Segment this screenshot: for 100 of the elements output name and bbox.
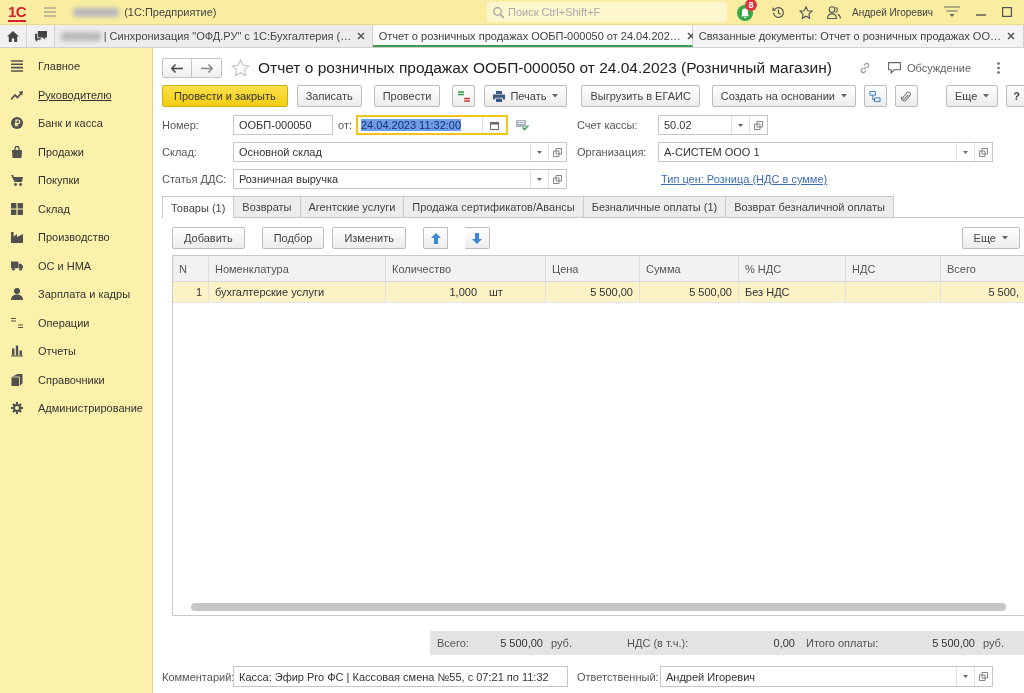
post-and-close-button[interactable]: Провести и закрыть bbox=[162, 85, 288, 107]
person-icon bbox=[11, 288, 23, 301]
more-button[interactable]: Еще bbox=[945, 85, 999, 107]
table-toolbar-button[interactable]: Изменить bbox=[332, 227, 406, 249]
sidebar-item[interactable]: Продажи bbox=[0, 137, 152, 166]
sidebar-item[interactable]: Справочники bbox=[0, 365, 152, 394]
sidebar-item[interactable]: Администрирование bbox=[0, 394, 152, 423]
organization-field[interactable]: А-СИСТЕМ ООО 1 bbox=[658, 142, 993, 162]
document-tab[interactable]: Связанные документы: Отчет о розничных продажах ОО… bbox=[692, 25, 1024, 47]
column-header[interactable]: Количество bbox=[386, 256, 546, 281]
close-icon[interactable] bbox=[686, 32, 695, 40]
column-header[interactable]: НДС bbox=[846, 256, 941, 281]
discussion-button[interactable]: Обсуждение bbox=[887, 62, 971, 74]
sidebar-item[interactable]: Руководителю bbox=[0, 80, 152, 109]
sidebar-item[interactable]: Производство bbox=[0, 223, 152, 252]
move-up-button[interactable] bbox=[423, 227, 448, 249]
toolbar-button[interactable]: Записать bbox=[296, 85, 362, 107]
table-row[interactable]: 1 бухгалтерские услуги 1,000 шт 5 500,00 5 500,00 Без НДС 5 500, bbox=[173, 282, 1024, 303]
column-header[interactable]: Сумма bbox=[640, 256, 739, 281]
responsible-field[interactable]: Андрей Игоревич bbox=[660, 666, 993, 687]
grid-icon bbox=[11, 202, 23, 215]
sidebar-item[interactable]: Отчеты bbox=[0, 337, 152, 366]
column-header[interactable]: Цена bbox=[546, 256, 640, 281]
paperclip-icon bbox=[900, 90, 913, 102]
trend-up-icon bbox=[11, 88, 23, 101]
form-tab[interactable]: Возврат безналичной оплаты bbox=[725, 196, 894, 217]
form-tab[interactable]: Товары (1) bbox=[162, 196, 235, 218]
user-name[interactable]: Андрей Игоревич bbox=[852, 6, 933, 18]
caret-icon bbox=[552, 94, 559, 98]
table-toolbar-button[interactable]: Подбор bbox=[261, 227, 325, 249]
column-header[interactable]: Номенклатура bbox=[209, 256, 386, 281]
caret-icon bbox=[738, 123, 743, 127]
table-cell: Без НДС bbox=[739, 282, 846, 302]
more-icon[interactable] bbox=[997, 62, 1000, 74]
structure-button[interactable] bbox=[863, 85, 887, 107]
toolbar-button[interactable]: Выгрузить в ЕГАИС bbox=[581, 85, 700, 107]
form-tab[interactable]: Безналичные оплаты (1) bbox=[582, 196, 727, 217]
scrollbar-thumb[interactable] bbox=[191, 603, 1006, 611]
sidebar-item[interactable]: Склад bbox=[0, 194, 152, 223]
table-toolbar-button[interactable]: Добавить bbox=[172, 227, 245, 249]
link-icon[interactable] bbox=[858, 62, 871, 74]
document-tab[interactable]: Отчет о розничных продажах ООБП-000050 от 24.04.202… bbox=[372, 25, 693, 47]
app-title: (1С:Предприятие) bbox=[124, 6, 217, 18]
search-icon bbox=[493, 7, 505, 18]
overlapping-squares-icon bbox=[553, 147, 562, 157]
more-button[interactable]: Еще bbox=[961, 227, 1020, 249]
comment-field[interactable]: Касса: Эфир Pro ФС | Кассовая смена №55, с 07:21 по 11:32 bbox=[233, 666, 568, 687]
history-icon[interactable] bbox=[771, 5, 786, 19]
lines-dropdown-icon[interactable] bbox=[944, 6, 960, 18]
sidebar-item[interactable]: Покупки bbox=[0, 166, 152, 195]
form-tab[interactable]: Возвраты bbox=[233, 196, 301, 217]
dropdown-button[interactable]: Создать на основании bbox=[711, 85, 856, 107]
close-icon[interactable] bbox=[1007, 32, 1015, 40]
arrow-down-icon bbox=[472, 232, 482, 244]
maximize-icon[interactable] bbox=[1002, 7, 1012, 17]
caret-icon bbox=[537, 150, 542, 154]
back-button[interactable] bbox=[162, 58, 192, 78]
table-cell-text: 5 500, bbox=[987, 285, 1020, 300]
users-icon[interactable] bbox=[827, 5, 842, 19]
toolbar-button[interactable]: ? bbox=[1006, 85, 1024, 107]
star-icon[interactable] bbox=[231, 59, 250, 77]
column-header[interactable]: % НДС bbox=[739, 256, 846, 281]
entries-button[interactable] bbox=[452, 85, 476, 107]
caret-icon bbox=[1002, 236, 1008, 240]
sidebar-item[interactable]: Операции bbox=[0, 308, 152, 337]
document-title: Отчет о розничных продажах ООБП-000050 от 24.04.2023 (Розничный магазин) bbox=[258, 59, 832, 77]
number-field[interactable]: ООБП-000050 bbox=[233, 115, 333, 135]
list-icon bbox=[11, 60, 23, 73]
move-down-button[interactable] bbox=[465, 227, 490, 249]
search-field[interactable]: Поиск Ctrl+Shift+F bbox=[487, 2, 728, 22]
cash-account-field[interactable]: 50.02 bbox=[658, 115, 768, 135]
field-label: Номер: bbox=[162, 119, 200, 131]
sidebar-item[interactable]: Главное bbox=[0, 52, 152, 81]
star-icon[interactable] bbox=[799, 5, 814, 19]
truck-icon bbox=[11, 259, 23, 272]
form-tab[interactable]: Продажа сертификатов/Авансы bbox=[403, 196, 584, 217]
close-icon[interactable] bbox=[357, 32, 366, 40]
warehouse-field[interactable]: Основной склад bbox=[233, 142, 567, 162]
toolbar-button[interactable]: Провести bbox=[373, 85, 441, 107]
document-check-icon[interactable] bbox=[516, 119, 529, 131]
date-field[interactable]: 24.04.2023 11:32:00 bbox=[356, 115, 508, 135]
document-tab[interactable]: | Синхронизация "ОФД.РУ" с 1С:Бухгалтерия (… bbox=[54, 25, 373, 47]
column-header[interactable]: Всего bbox=[941, 256, 1024, 281]
print-button[interactable]: Печать bbox=[484, 85, 568, 107]
column-header[interactable]: N bbox=[173, 256, 209, 281]
attach-button[interactable] bbox=[894, 85, 918, 107]
sidebar-item[interactable]: ОС и НМА bbox=[0, 251, 152, 280]
arrow-up-icon bbox=[430, 232, 441, 244]
currency-label: руб. bbox=[983, 637, 1004, 649]
table-cell: бухгалтерские услуги bbox=[209, 282, 386, 302]
cash-flow-item-field[interactable]: Розничная выручка bbox=[233, 169, 567, 189]
sidebar-item[interactable]: Зарплата и кадры bbox=[0, 280, 152, 309]
overlapping-squares-icon bbox=[754, 120, 763, 130]
caret-icon bbox=[963, 150, 968, 154]
form-tab[interactable]: Агентские услуги bbox=[299, 196, 405, 217]
books-icon bbox=[11, 373, 23, 386]
bar-chart-icon bbox=[11, 345, 23, 358]
app-logo[interactable]: 1С bbox=[8, 2, 27, 22]
sidebar-item[interactable]: Банк и касса bbox=[0, 109, 152, 138]
price-type-link[interactable]: Тип цен: Розница (НДС в сумме) bbox=[658, 173, 828, 185]
